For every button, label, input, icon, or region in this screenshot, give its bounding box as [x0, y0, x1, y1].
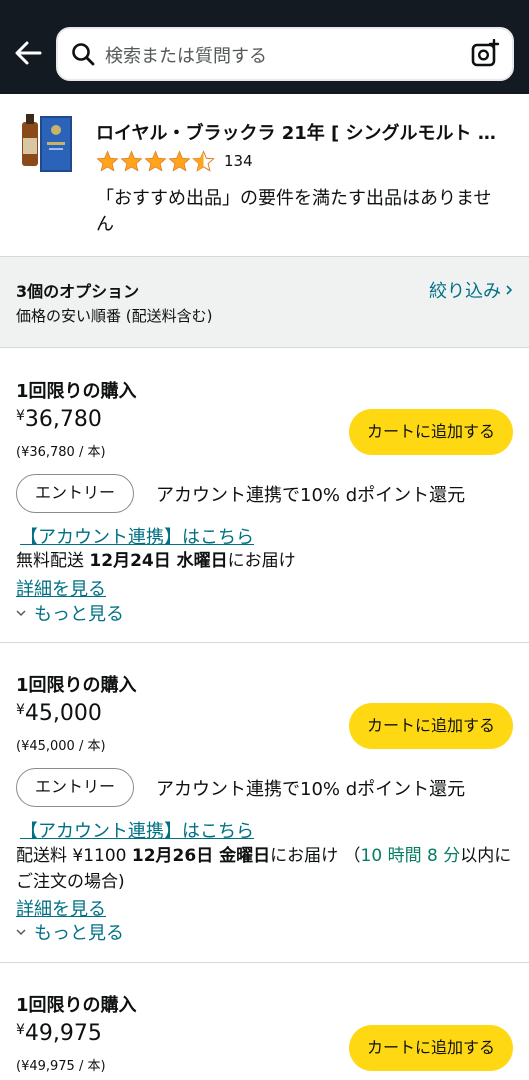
chevron-right-icon — [506, 285, 513, 295]
entry-button[interactable]: エントリー — [16, 474, 134, 513]
price-value: 49,975 — [24, 1021, 102, 1046]
search-input[interactable]: 検索または質問する — [105, 42, 267, 68]
delivery-info: 配送料 ¥1100 12月26日 金曜日にお届け （10 時間 8 分以内にご注… — [16, 843, 513, 895]
delivery-suffix: にお届け — [227, 551, 296, 571]
show-more-label: もっと見る — [34, 923, 124, 944]
offer-card: 1回限りの購入 ¥45,000 (¥45,000 / 本) カートに追加する エ… — [0, 643, 529, 963]
offer-card: 1回限りの購入 ¥49,975 (¥49,975 / 本) カートに追加する — [0, 963, 529, 1080]
currency-symbol: ¥ — [16, 408, 25, 424]
options-bar: 3個のオプション 価格の安い順番 (配送料含む) 絞り込み — [0, 256, 529, 348]
refine-label: 絞り込み — [429, 281, 501, 302]
offer-price: ¥36,780 — [16, 407, 102, 432]
unit-price: (¥36,780 / 本) — [16, 445, 106, 460]
delivery-date: 12月26日 金曜日 — [131, 846, 271, 866]
currency-symbol: ¥ — [16, 1022, 25, 1038]
details-link[interactable]: 詳細を見る — [16, 895, 106, 921]
back-arrow-icon[interactable] — [14, 38, 42, 68]
delivery-prefix: 配送料 ¥1100 — [16, 846, 132, 866]
show-more-toggle[interactable]: もっと見る — [16, 600, 124, 626]
unit-price: (¥49,975 / 本) — [16, 1059, 106, 1074]
offer-price: ¥49,975 — [16, 1021, 102, 1046]
price-value: 45,000 — [24, 701, 102, 726]
star-full-icon — [144, 150, 167, 172]
product-title[interactable]: ロイヤル・ブラックラ 21年 [ シングルモルト ウイスキー ] — [96, 119, 506, 145]
star-full-icon — [120, 150, 143, 172]
purchase-type-label: 1回限りの購入 — [16, 995, 137, 1016]
dpoint-promo: アカウント連携で10% dポイント還元 — [156, 485, 466, 506]
search-bar[interactable]: 検索または質問する — [56, 27, 514, 81]
currency-symbol: ¥ — [16, 702, 25, 718]
purchase-type-label: 1回限りの購入 — [16, 675, 137, 696]
account-link[interactable]: 【アカウント連携】はこちら — [20, 817, 254, 843]
delivery-prefix: 無料配送 — [16, 551, 90, 571]
product-header: ロイヤル・ブラックラ 21年 [ シングルモルト ウイスキー ] 134 「おす… — [0, 94, 529, 256]
review-count[interactable]: 134 — [224, 152, 253, 170]
options-count: 3個のオプション — [16, 282, 140, 301]
unit-price: (¥45,000 / 本) — [16, 739, 106, 754]
offer-card: 1回限りの購入 ¥36,780 (¥36,780 / 本) カートに追加する エ… — [0, 349, 529, 643]
add-to-cart-button[interactable]: カートに追加する — [349, 409, 513, 455]
star-full-icon — [96, 150, 119, 172]
account-link[interactable]: 【アカウント連携】はこちら — [20, 523, 254, 549]
camera-search-icon[interactable] — [470, 39, 500, 69]
chevron-down-icon — [16, 929, 26, 936]
product-image[interactable] — [20, 112, 76, 174]
star-rating[interactable] — [96, 150, 215, 173]
details-link[interactable]: 詳細を見る — [16, 575, 106, 601]
star-full-icon — [168, 150, 191, 172]
add-to-cart-button[interactable]: カートに追加する — [349, 1025, 513, 1071]
delivery-suffix: にお届け （ — [270, 846, 361, 866]
price-value: 36,780 — [24, 407, 102, 432]
search-icon — [72, 43, 95, 66]
dpoint-promo: アカウント連携で10% dポイント還元 — [156, 779, 466, 800]
order-within-time: 10 時間 8 分 — [360, 846, 461, 866]
chevron-down-icon — [16, 610, 26, 617]
delivery-info: 無料配送 12月24日 水曜日にお届け — [16, 548, 513, 574]
delivery-date: 12月24日 水曜日 — [89, 551, 228, 571]
offer-price: ¥45,000 — [16, 701, 102, 726]
purchase-type-label: 1回限りの購入 — [16, 381, 137, 402]
entry-button[interactable]: エントリー — [16, 768, 134, 807]
featured-offer-notice: 「おすすめ出品」の要件を満たす出品はありません — [96, 188, 492, 235]
top-bar: 検索または質問する — [0, 0, 529, 94]
show-more-toggle[interactable]: もっと見る — [16, 919, 124, 945]
show-more-label: もっと見る — [34, 604, 124, 625]
add-to-cart-button[interactable]: カートに追加する — [349, 703, 513, 749]
refine-button[interactable]: 絞り込み — [429, 277, 513, 303]
star-half-icon — [192, 150, 215, 172]
sort-order-label: 価格の安い順番 (配送料含む) — [16, 307, 213, 325]
